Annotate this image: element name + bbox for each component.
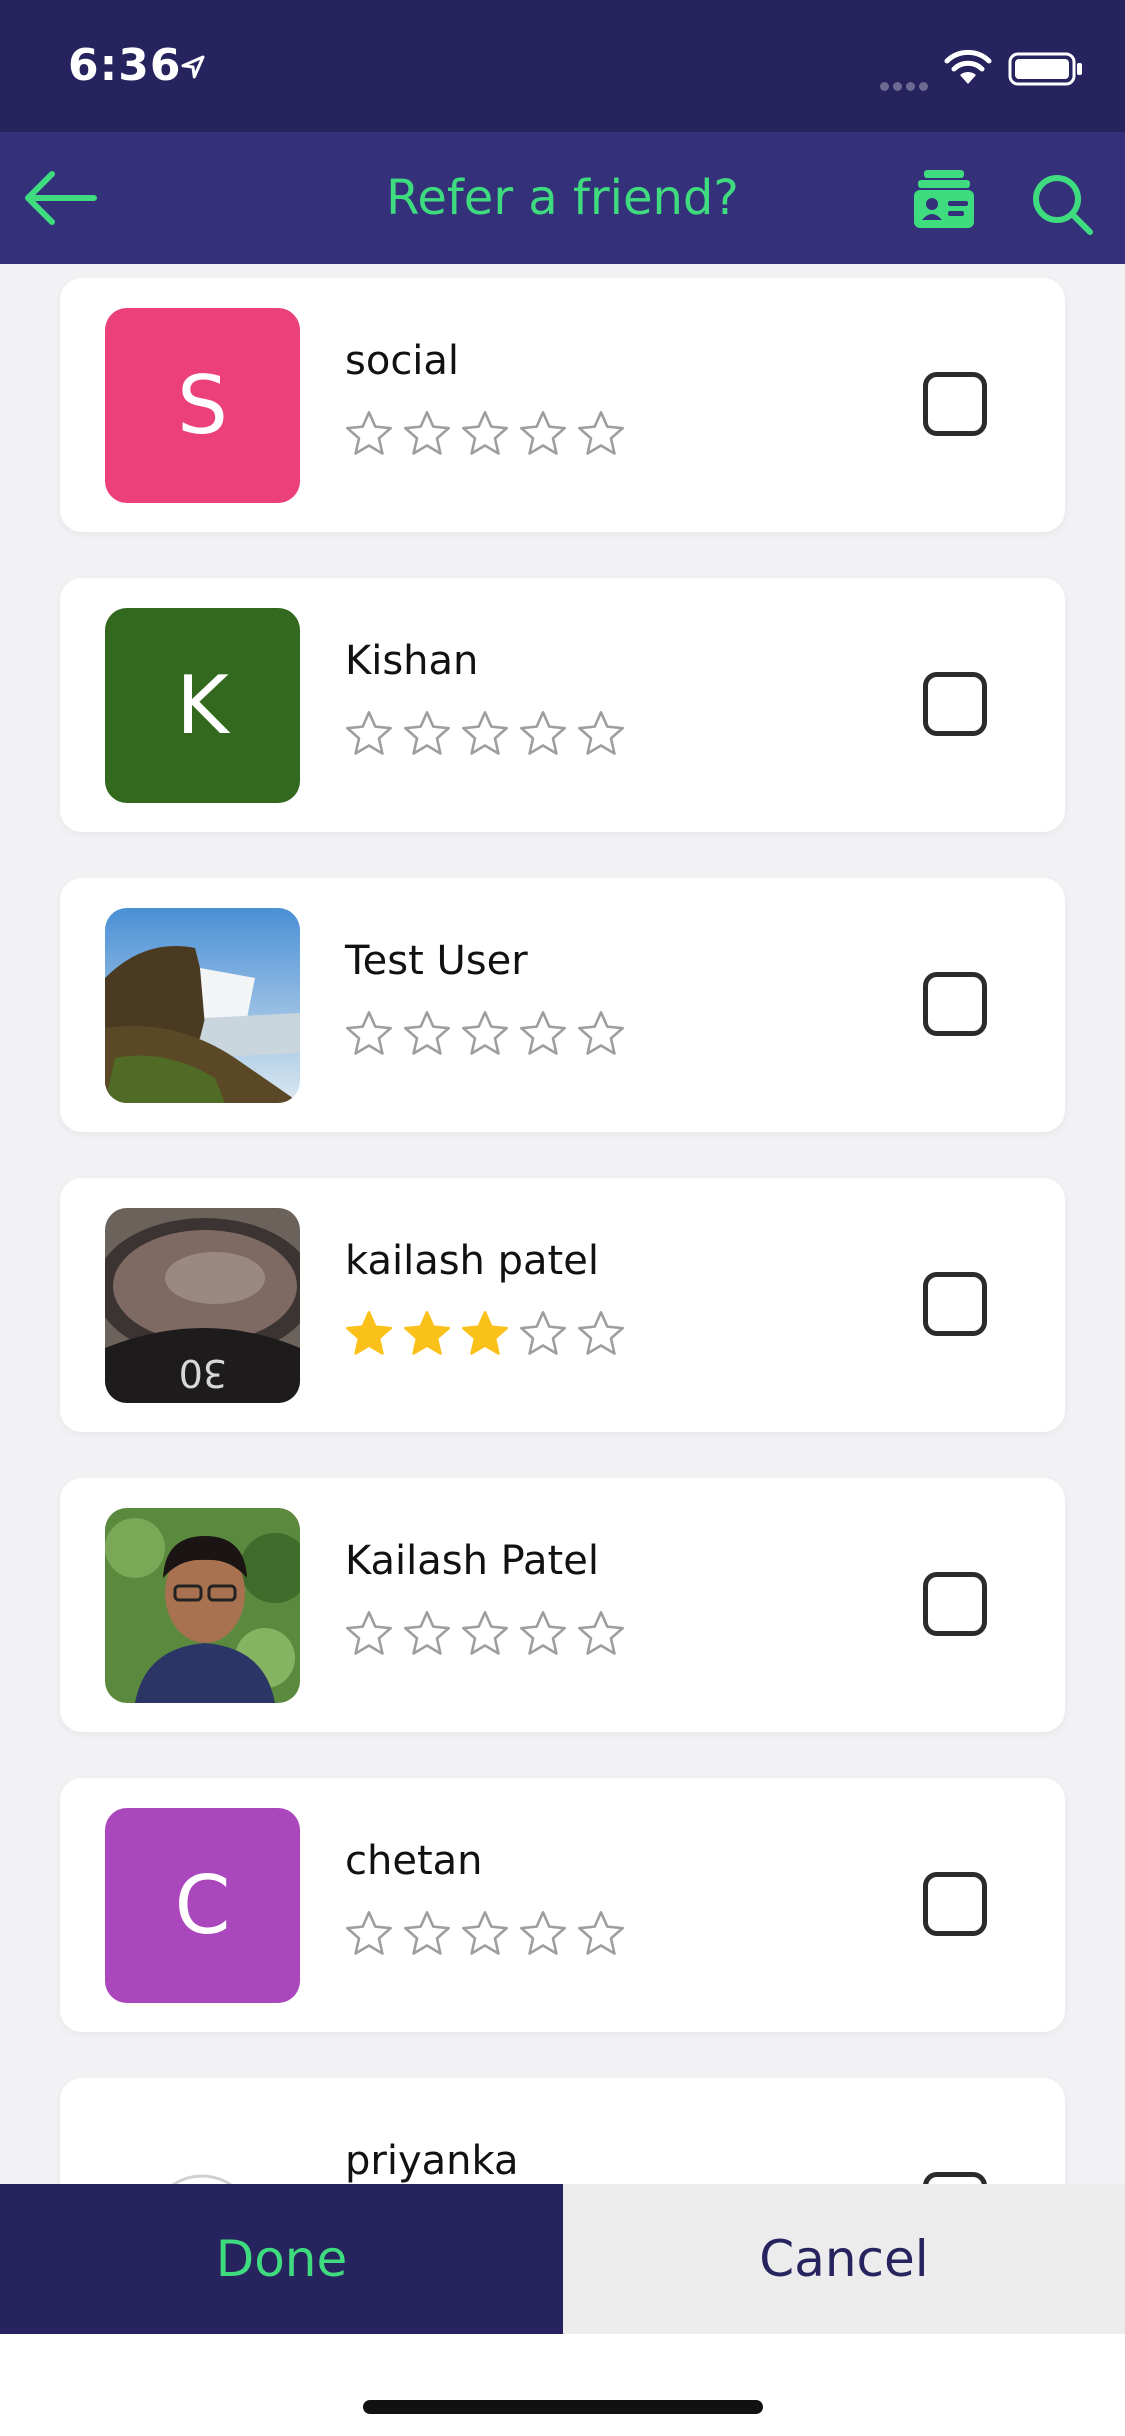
avatar-initial: S bbox=[177, 359, 228, 452]
cancel-button[interactable]: Cancel bbox=[563, 2184, 1125, 2334]
star-outline-icon bbox=[520, 1911, 566, 1955]
home-indicator[interactable] bbox=[363, 2400, 763, 2414]
avatar-photo bbox=[105, 1508, 300, 1703]
star-outline-icon bbox=[520, 1311, 566, 1355]
star-outline-icon bbox=[346, 411, 392, 455]
star-outline-icon bbox=[346, 1011, 392, 1055]
avatar: S bbox=[105, 308, 300, 503]
star-outline-icon bbox=[462, 1611, 508, 1655]
search-icon bbox=[1033, 175, 1093, 235]
select-checkbox[interactable] bbox=[923, 972, 987, 1036]
avatar-photo bbox=[105, 908, 300, 1103]
star-rating bbox=[343, 708, 627, 760]
contact-name: social bbox=[345, 338, 460, 384]
select-checkbox[interactable] bbox=[923, 672, 987, 736]
contact-name: priyanka bbox=[345, 2138, 519, 2184]
person-photo bbox=[105, 1508, 300, 1703]
star-outline-icon bbox=[578, 411, 624, 455]
avatar: K bbox=[105, 608, 300, 803]
star-rating bbox=[343, 1008, 627, 1060]
star-outline-icon bbox=[578, 1611, 624, 1655]
waterfall-landscape-photo bbox=[105, 908, 300, 1103]
search-button[interactable] bbox=[1030, 172, 1094, 240]
star-outline-icon bbox=[346, 1611, 392, 1655]
cellular-signal-icon bbox=[880, 76, 932, 95]
star-filled-icon bbox=[462, 1311, 508, 1355]
star-outline-icon bbox=[462, 1911, 508, 1955]
star-outline-icon bbox=[520, 711, 566, 755]
contact-card[interactable]: Test User bbox=[60, 878, 1065, 1132]
contact-list[interactable]: S social K Kishan Test User 30 kailash p… bbox=[0, 264, 1125, 2184]
star-rating bbox=[343, 1908, 627, 1960]
battery-icon bbox=[1008, 52, 1082, 86]
action-bar: Done Cancel bbox=[0, 2184, 1125, 2334]
star-outline-icon bbox=[404, 711, 450, 755]
contact-card[interactable]: Kailash Patel bbox=[60, 1478, 1065, 1732]
select-checkbox[interactable] bbox=[923, 1272, 987, 1336]
star-outline-icon bbox=[404, 411, 450, 455]
star-outline-icon bbox=[462, 411, 508, 455]
avatar: C bbox=[105, 1808, 300, 2003]
avatar-initial: C bbox=[174, 1859, 231, 1952]
contact-card[interactable]: 30 kailash patel bbox=[60, 1178, 1065, 1432]
status-bar: 6:36 bbox=[0, 0, 1125, 132]
star-outline-icon bbox=[346, 1911, 392, 1955]
star-rating bbox=[343, 1308, 627, 1360]
contact-card-icon bbox=[914, 170, 974, 228]
done-button[interactable]: Done bbox=[0, 2184, 563, 2334]
star-outline-icon bbox=[578, 1911, 624, 1955]
avatar-initial: K bbox=[176, 659, 229, 752]
contact-card[interactable]: C chetan bbox=[60, 1778, 1065, 2032]
select-checkbox[interactable] bbox=[923, 2172, 987, 2184]
contact-name: chetan bbox=[345, 1838, 483, 1884]
star-rating bbox=[343, 1608, 627, 1660]
avatar-placeholder bbox=[105, 2108, 300, 2184]
star-filled-icon bbox=[404, 1311, 450, 1355]
select-checkbox[interactable] bbox=[923, 1572, 987, 1636]
star-outline-icon bbox=[520, 1611, 566, 1655]
group-placeholder-icon bbox=[171, 2174, 233, 2184]
contact-name: Kailash Patel bbox=[345, 1538, 599, 1584]
contact-card[interactable]: priyanka bbox=[60, 2078, 1065, 2184]
star-outline-icon bbox=[578, 1011, 624, 1055]
home-indicator-area bbox=[0, 2334, 1125, 2436]
star-outline-icon bbox=[520, 1011, 566, 1055]
select-checkbox[interactable] bbox=[923, 372, 987, 436]
contacts-button[interactable] bbox=[912, 168, 976, 234]
location-arrow-icon bbox=[181, 55, 205, 79]
star-outline-icon bbox=[404, 1611, 450, 1655]
star-outline-icon bbox=[346, 711, 392, 755]
avatar-photo: 30 bbox=[105, 1208, 300, 1403]
star-rating bbox=[343, 408, 627, 460]
star-outline-icon bbox=[578, 1311, 624, 1355]
star-outline-icon bbox=[578, 711, 624, 755]
contact-card[interactable]: K Kishan bbox=[60, 578, 1065, 832]
star-outline-icon bbox=[404, 1911, 450, 1955]
star-outline-icon bbox=[404, 1011, 450, 1055]
wifi-icon bbox=[944, 50, 992, 84]
svg-text:30: 30 bbox=[179, 1351, 227, 1395]
contact-name: Kishan bbox=[345, 638, 479, 684]
star-outline-icon bbox=[462, 1011, 508, 1055]
star-filled-icon bbox=[346, 1311, 392, 1355]
star-outline-icon bbox=[462, 711, 508, 755]
contact-card[interactable]: S social bbox=[60, 278, 1065, 532]
contact-name: kailash patel bbox=[345, 1238, 599, 1284]
select-checkbox[interactable] bbox=[923, 1872, 987, 1936]
star-outline-icon bbox=[520, 411, 566, 455]
navigation-bar: Refer a friend? bbox=[0, 132, 1125, 264]
contact-name: Test User bbox=[345, 938, 528, 984]
status-time: 6:36 bbox=[68, 40, 182, 91]
watch-photo: 30 bbox=[105, 1208, 300, 1403]
